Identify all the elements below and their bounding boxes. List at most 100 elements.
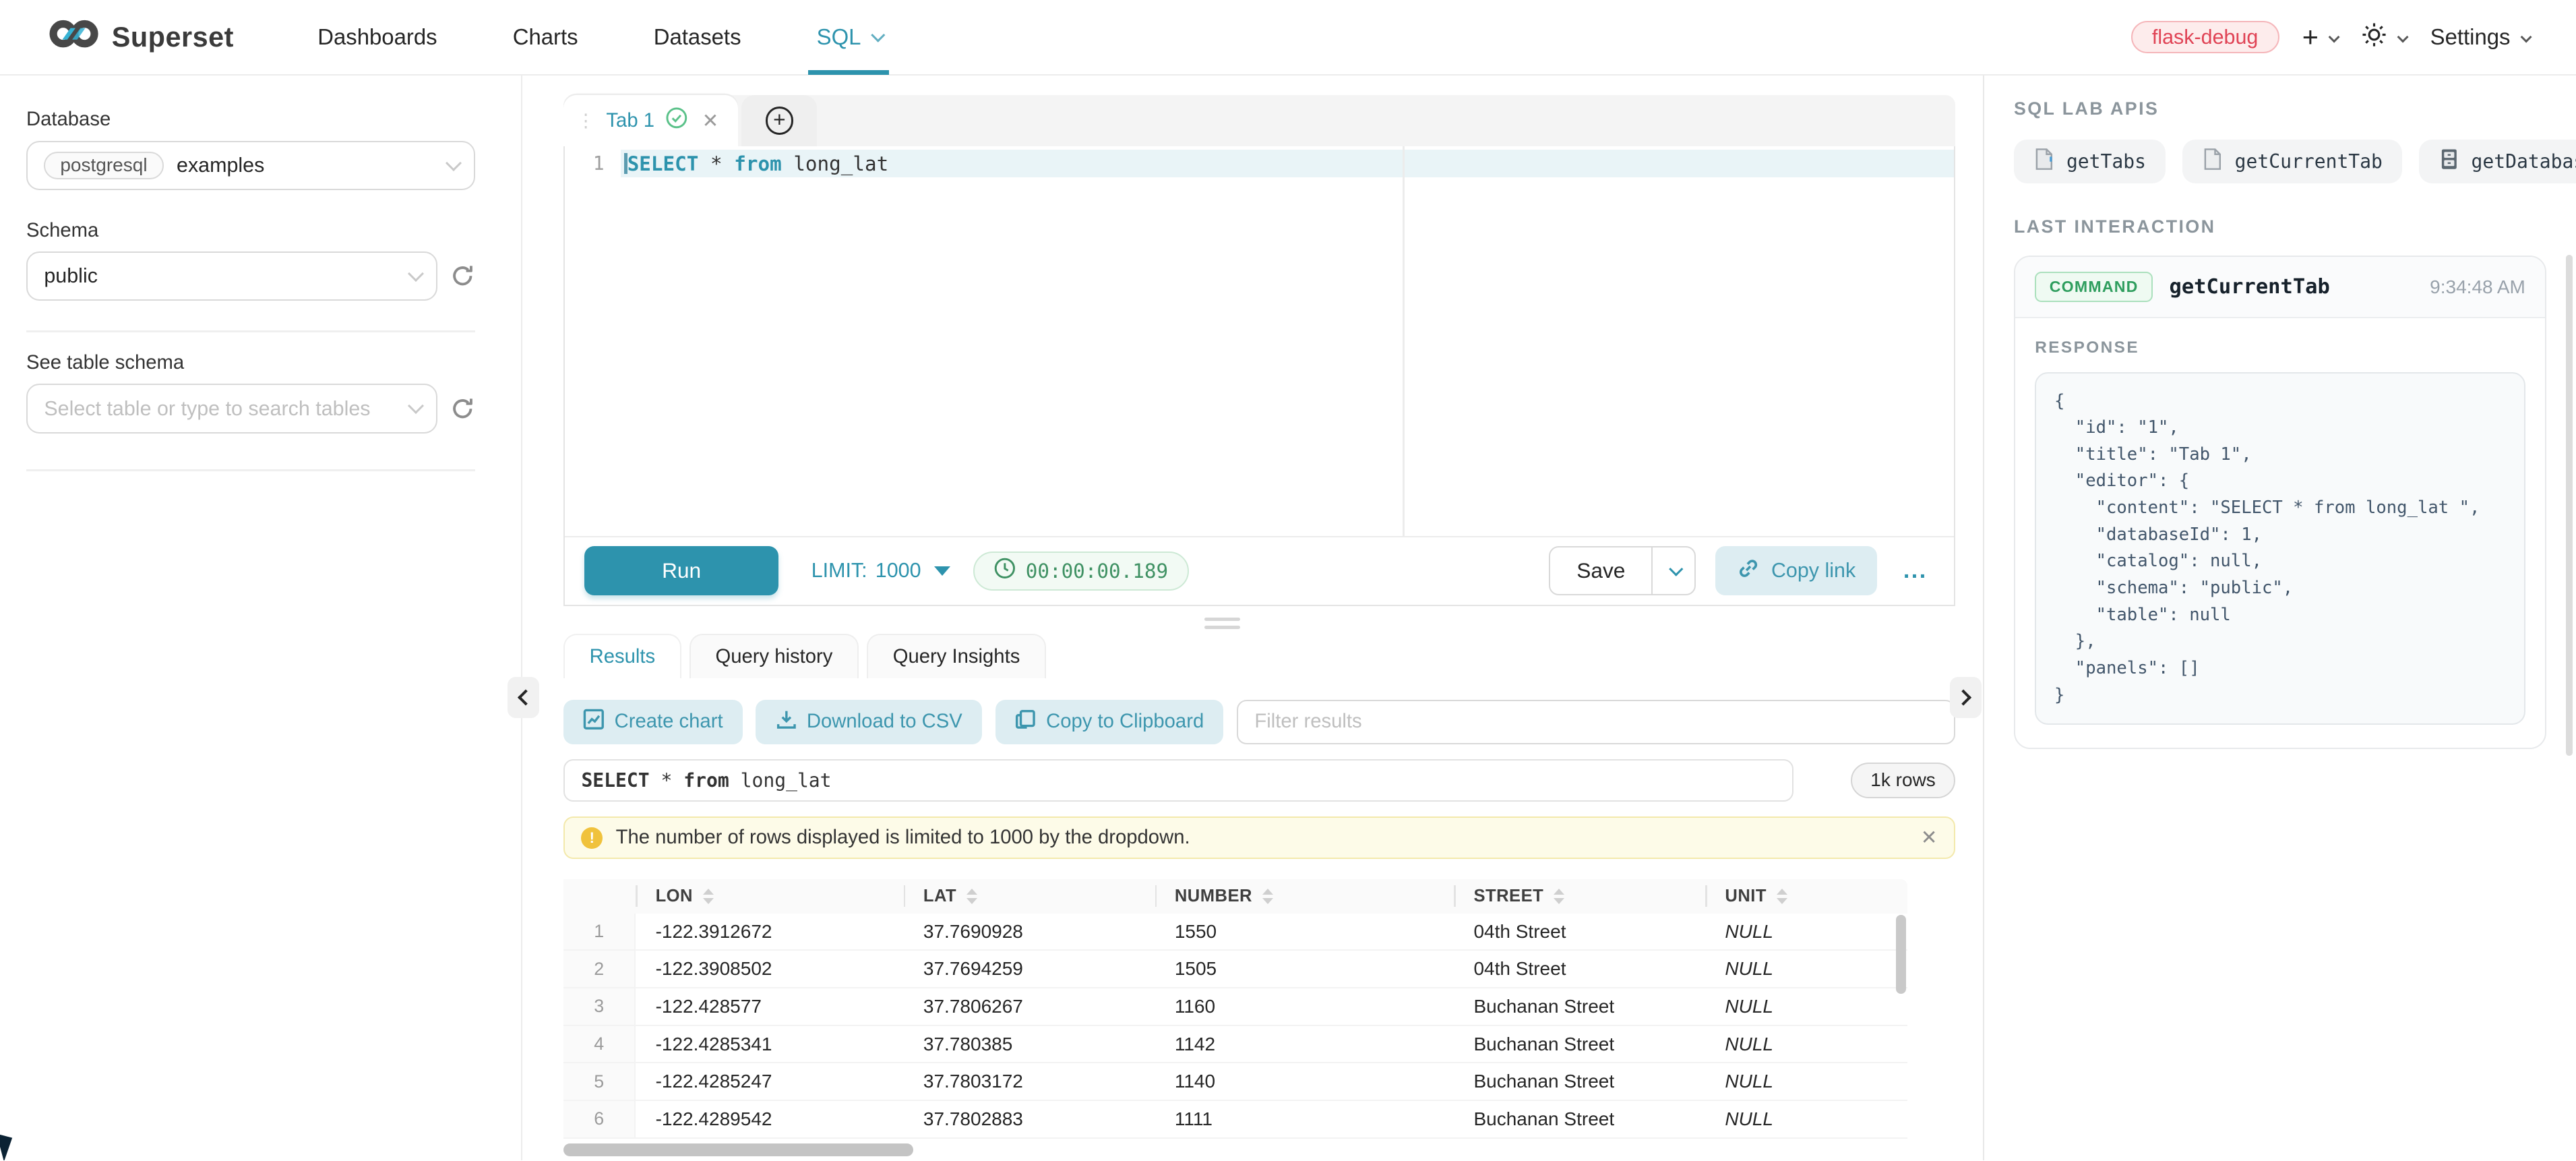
warning-text: The number of rows displayed is limited …: [616, 827, 1190, 849]
active-code-line: SELECT * from long_lat: [621, 150, 1954, 177]
download-csv-button[interactable]: Download to CSV: [756, 700, 982, 744]
close-tab-icon[interactable]: ✕: [702, 109, 719, 133]
chart-icon: [583, 709, 605, 736]
new-item-button[interactable]: +: [2302, 23, 2338, 51]
save-options-button[interactable]: [1651, 547, 1694, 594]
environment-tag: flask-debug: [2131, 21, 2279, 54]
nav-datasets[interactable]: Datasets: [616, 0, 779, 75]
sql-editor-card: 1 SELECT * from long_lat Run LIMIT: 1000: [563, 146, 1955, 606]
get-tabs-button[interactable]: getTabs: [2014, 140, 2166, 184]
settings-menu[interactable]: Settings: [2430, 24, 2530, 50]
command-timestamp: 9:34:48 AM: [2430, 276, 2525, 298]
caret-down-icon: [934, 566, 950, 576]
nav-sql[interactable]: SQL: [779, 0, 919, 75]
column-header-number[interactable]: NUMBER: [1155, 879, 1454, 914]
chevron-down-icon: [2397, 31, 2409, 42]
sort-icon[interactable]: [1262, 889, 1273, 904]
schema-select[interactable]: public: [26, 251, 437, 301]
chevron-right-icon: [1955, 690, 1971, 706]
refresh-tables-icon[interactable]: [450, 396, 475, 421]
executed-query-preview[interactable]: SELECT * from long_lat: [563, 759, 1793, 802]
chevron-left-icon: [518, 690, 534, 706]
results-panel: Create chart Download to CSV Copy to Cli…: [563, 678, 1955, 1156]
add-tab-button[interactable]: +: [741, 95, 817, 146]
window-scrollbar[interactable]: [2566, 255, 2573, 756]
chevron-down-icon: [446, 155, 462, 171]
nav-charts[interactable]: Charts: [475, 0, 616, 75]
sort-icon[interactable]: [967, 889, 977, 904]
tabs-page-icon: [2033, 148, 2055, 175]
limit-dropdown[interactable]: LIMIT: 1000: [811, 559, 950, 583]
sort-icon[interactable]: [703, 889, 714, 904]
query-tabstrip: ⋮ Tab 1 ✕ +: [563, 95, 1955, 146]
save-split-button: Save: [1549, 546, 1696, 595]
table-row[interactable]: 3 -122.428577 37.7806267 1160 Buchanan S…: [563, 988, 1907, 1026]
brand-name: Superset: [112, 21, 234, 53]
copy-to-clipboard-button[interactable]: Copy to Clipboard: [995, 700, 1224, 744]
table-row[interactable]: 1 -122.3912672 37.7690928 1550 04th Stre…: [563, 914, 1907, 951]
table-row[interactable]: 6 -122.4289542 37.7802883 1111 Buchanan …: [563, 1101, 1907, 1139]
response-json: { "id": "1", "title": "Tab 1", "editor":…: [2054, 388, 2506, 709]
copy-link-button[interactable]: Copy link: [1715, 546, 1877, 595]
drag-handle-icon[interactable]: ⋮: [577, 112, 595, 130]
filter-results-input[interactable]: [1237, 700, 1955, 744]
table-row[interactable]: 5 -122.4285247 37.7803172 1140 Buchanan …: [563, 1063, 1907, 1101]
command-badge: COMMAND: [2035, 272, 2153, 303]
dismiss-warning-icon[interactable]: ✕: [1921, 826, 1938, 850]
more-actions-button[interactable]: ...: [1897, 558, 1934, 584]
table-select[interactable]: Select table or type to search tables: [26, 384, 437, 433]
create-chart-button[interactable]: Create chart: [563, 700, 743, 744]
schema-label: Schema: [26, 220, 475, 242]
column-header-lon[interactable]: LON: [636, 879, 903, 914]
table-select-placeholder: Select table or type to search tables: [44, 397, 370, 421]
database-value: examples: [177, 154, 264, 177]
sql-code-editor[interactable]: 1 SELECT * from long_lat: [565, 146, 1954, 536]
link-icon: [1737, 557, 1760, 585]
editor-toolbar: Run LIMIT: 1000 00:00:00.189: [565, 536, 1954, 605]
get-databases-button[interactable]: getDatabases: [2419, 140, 2576, 184]
sql-lab-api-panel: SQL LAB APIS getTabs getCurrentTab: [1983, 76, 2576, 1160]
row-count-badge: 1k rows: [1851, 763, 1955, 799]
collapse-sidebar-button[interactable]: [508, 677, 539, 718]
row-limit-warning-banner: ! The number of rows displayed is limite…: [563, 816, 1955, 859]
refresh-schema-icon[interactable]: [450, 264, 475, 289]
table-vertical-scrollbar[interactable]: [1896, 915, 1906, 994]
table-horizontal-scrollbar[interactable]: [563, 1143, 1907, 1157]
column-header-unit[interactable]: UNIT: [1705, 879, 1907, 914]
query-timer: 00:00:00.189: [973, 552, 1189, 591]
column-header-street[interactable]: STREET: [1454, 879, 1705, 914]
plus-circle-icon: +: [766, 107, 793, 134]
nav-dashboards[interactable]: Dashboards: [280, 0, 474, 75]
superset-logo[interactable]: Superset: [49, 18, 234, 56]
sort-icon[interactable]: [1777, 889, 1787, 904]
chevron-down-icon: [1669, 562, 1683, 576]
get-current-tab-button[interactable]: getCurrentTab: [2182, 140, 2403, 184]
tab-results[interactable]: Results: [563, 634, 681, 678]
query-tab-title: Tab 1: [606, 110, 654, 132]
database-select[interactable]: postgresql examples: [26, 141, 475, 190]
schema-value: public: [44, 264, 98, 288]
chevron-down-icon: [2520, 31, 2532, 42]
sun-icon: [2361, 22, 2387, 53]
results-table: LON LAT NUMBER STREET UNIT 1 -122.391267…: [563, 879, 1907, 1139]
tab-query-history[interactable]: Query history: [689, 634, 859, 678]
panel-resize-handle[interactable]: [1204, 618, 1241, 629]
superset-infinity-icon: [49, 18, 98, 56]
command-name: getCurrentTab: [2170, 275, 2330, 299]
sidebar-divider: [26, 469, 475, 471]
save-button[interactable]: Save: [1550, 547, 1651, 594]
active-tab-underline: [808, 70, 888, 75]
chevron-down-icon: [408, 266, 424, 282]
line-number: 1: [565, 152, 621, 175]
sort-icon[interactable]: [1554, 889, 1564, 904]
collapse-right-panel-button[interactable]: [1950, 677, 1981, 718]
database-label: Database: [26, 109, 475, 131]
table-row[interactable]: 4 -122.4285341 37.780385 1142 Buchanan S…: [563, 1026, 1907, 1064]
tab-query-insights[interactable]: Query Insights: [867, 634, 1046, 678]
theme-toggle-button[interactable]: [2361, 22, 2407, 53]
table-row[interactable]: 2 -122.3908502 37.7694259 1505 04th Stre…: [563, 951, 1907, 988]
column-header-lat[interactable]: LAT: [904, 879, 1155, 914]
query-tab-1[interactable]: ⋮ Tab 1 ✕: [563, 95, 738, 146]
last-interaction-card: COMMAND getCurrentTab 9:34:48 AM RESPONS…: [2014, 256, 2546, 750]
run-query-button[interactable]: Run: [584, 546, 778, 595]
